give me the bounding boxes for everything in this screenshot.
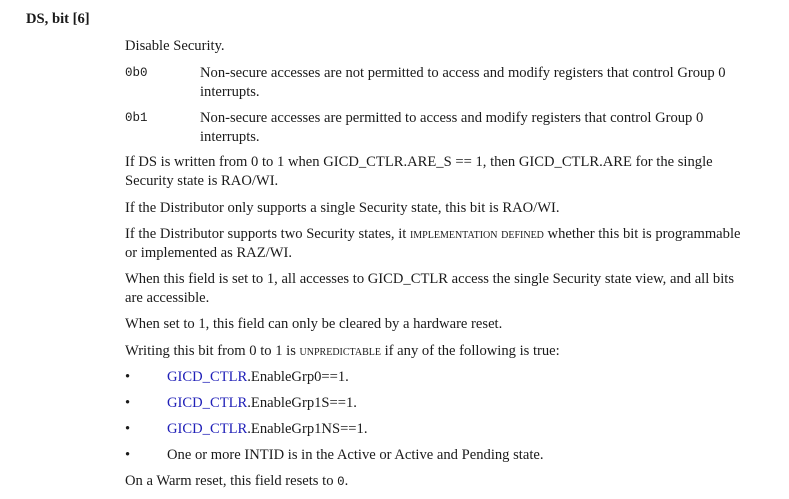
list-item-text: One or more INTID is in the Active or Ac…: [167, 447, 544, 463]
list-item: GICD_CTLR.EnableGrp0==1.: [167, 368, 757, 387]
field-name: Disable Security.: [125, 38, 225, 54]
list-item-text: .EnableGrp0==1.: [247, 369, 349, 385]
list-item-text: .EnableGrp1S==1.: [247, 395, 357, 411]
paragraph-hardware-reset: When set to 1, this field can only be cl…: [125, 316, 503, 332]
value-desc-0b0: Non-secure accesses are not permitted to…: [200, 65, 726, 100]
value-desc-0b1: Non-secure accesses are permitted to acc…: [200, 110, 704, 145]
value-code-0b1: 0b1: [125, 111, 148, 125]
p3-before: If the Distributor supports two Security…: [125, 226, 410, 242]
list-item: GICD_CTLR.EnableGrp1S==1.: [167, 394, 757, 413]
implementation-defined-term: IMPLEMENTATION DEFINED: [409, 226, 544, 242]
p6-before: Writing this bit from 0 to 1 is: [125, 343, 300, 359]
paragraph-unpredictable: Writing this bit from 0 to 1 is UNPREDIC…: [125, 342, 750, 361]
bullet-marker: •: [125, 395, 131, 411]
list-item-text: .EnableGrp1NS==1.: [247, 421, 368, 437]
paragraph-set-to-one: When this field is set to 1, all accesse…: [125, 271, 735, 306]
gicd-ctlr-link[interactable]: GICD_CTLR: [167, 395, 247, 411]
bullet-marker: •: [125, 369, 131, 385]
paragraph-single-security: If the Distributor only supports a singl…: [125, 200, 560, 216]
list-item: One or more INTID is in the Active or Ac…: [167, 446, 757, 465]
p6-after: if any of the following is true:: [380, 343, 560, 359]
bullet-marker: •: [125, 421, 131, 437]
bullet-marker: •: [125, 447, 131, 463]
unpredictable-term: UNPREDICTABLE: [299, 343, 381, 359]
reset-value: 0: [337, 475, 345, 489]
gicd-ctlr-link[interactable]: GICD_CTLR: [167, 421, 247, 437]
gicd-ctlr-link[interactable]: GICD_CTLR: [167, 369, 247, 385]
reset-after: .: [344, 473, 349, 489]
value-code-0b0: 0b0: [125, 66, 148, 80]
reset-before: On a Warm reset, this field resets to: [125, 473, 338, 489]
paragraph-are-s: If DS is written from 0 to 1 when GICD_C…: [125, 154, 713, 189]
paragraph-warm-reset: On a Warm reset, this field resets to 0.: [125, 472, 750, 492]
field-heading: DS, bit [6]: [26, 11, 90, 27]
paragraph-two-security: If the Distributor supports two Security…: [125, 225, 750, 263]
list-item: GICD_CTLR.EnableGrp1NS==1.: [167, 420, 757, 439]
